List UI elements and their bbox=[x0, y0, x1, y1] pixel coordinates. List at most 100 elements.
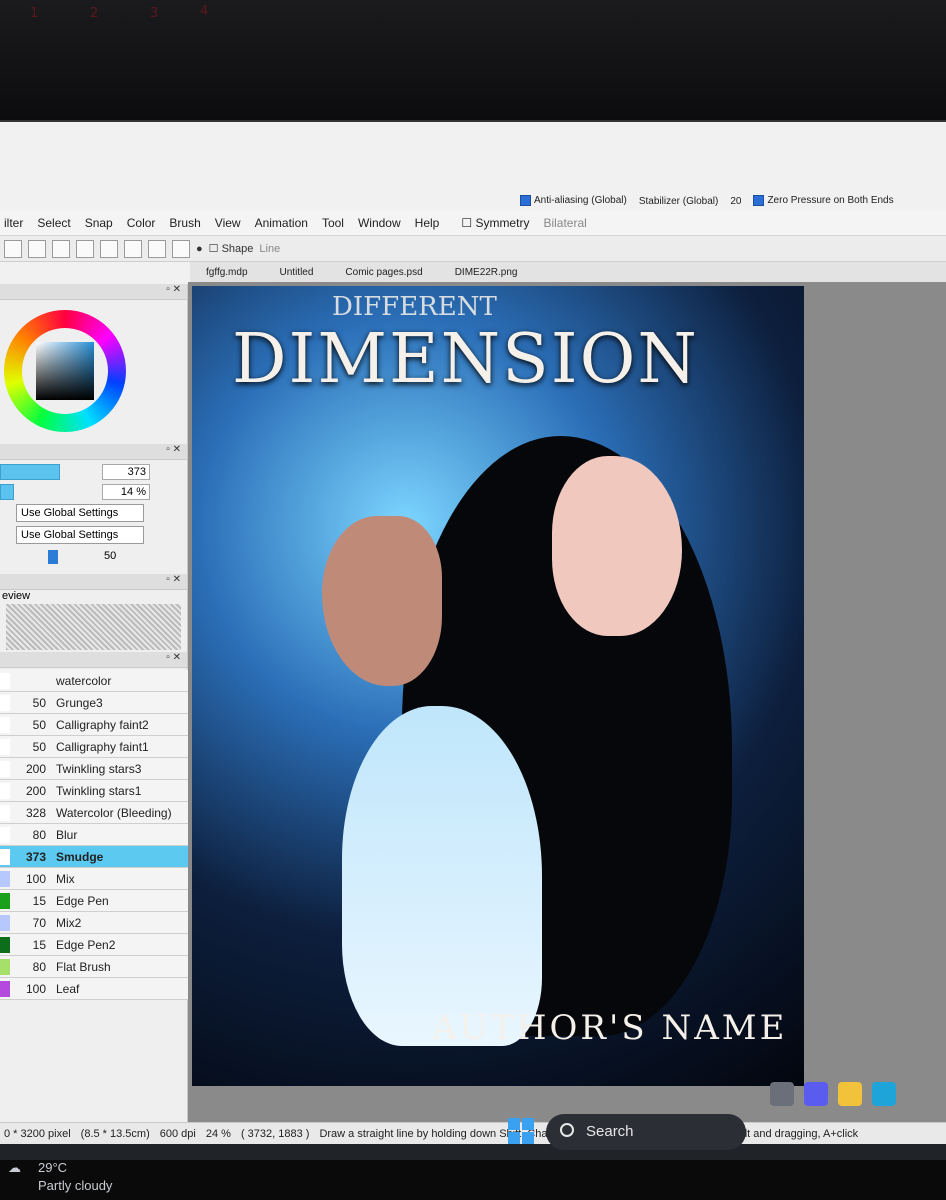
status-pixel: 0 * 3200 pixel bbox=[4, 1127, 71, 1140]
preview-header: ▫ ✕ bbox=[0, 574, 187, 590]
edge-icon[interactable] bbox=[872, 1082, 896, 1106]
app-icon-1[interactable] bbox=[770, 1082, 794, 1106]
slider-thumb[interactable] bbox=[48, 550, 58, 564]
brush-color-swatch bbox=[0, 694, 10, 711]
canvas-area[interactable]: DIFFERENT DIMENSION AUTHOR'S NAME bbox=[188, 282, 946, 1122]
brush-row[interactable]: 80 Flat Brush bbox=[0, 956, 188, 978]
menu-tool[interactable]: Tool bbox=[322, 216, 344, 230]
brush-row[interactable]: 50 Calligraphy faint1 bbox=[0, 736, 188, 758]
symmetry-mode[interactable]: Bilateral bbox=[543, 216, 586, 230]
tool-icon-5[interactable] bbox=[100, 239, 118, 258]
brush-name: Twinkling stars1 bbox=[56, 783, 142, 798]
tool-icon-1[interactable] bbox=[4, 239, 22, 258]
face-right bbox=[552, 456, 682, 636]
menu-window[interactable]: Window bbox=[358, 216, 401, 230]
brush-row[interactable]: 50 Calligraphy faint2 bbox=[0, 714, 188, 736]
brush-size: 70 bbox=[32, 915, 46, 930]
brush-list: watercolor 50 Grunge3 50 Calligraphy faint2 5… bbox=[0, 670, 188, 1000]
global-settings-select-2[interactable]: Use Global Settings bbox=[16, 526, 144, 544]
texture-preview bbox=[6, 604, 181, 650]
menu-help[interactable]: Help bbox=[415, 216, 440, 230]
stabilizer-value[interactable]: 20 bbox=[730, 196, 741, 207]
slider-value: 50 bbox=[104, 550, 117, 562]
document-tabs: fgffg.mdp Untitled Comic pages.psd DIME2… bbox=[190, 262, 946, 282]
face-left bbox=[322, 516, 442, 686]
tool-icon-4[interactable] bbox=[76, 239, 94, 258]
brush-color-swatch bbox=[0, 848, 10, 865]
antialias-checkbox[interactable]: Anti-aliasing (Global) bbox=[520, 195, 627, 207]
brush-name: Blur bbox=[56, 827, 78, 842]
brush-color-swatch bbox=[0, 914, 10, 931]
status-bar: 0 * 3200 pixel (8.5 * 13.5cm) 600 dpi 24… bbox=[0, 1122, 946, 1144]
tab-dime22r[interactable]: DIME22R.png bbox=[439, 267, 534, 278]
brush-color-swatch bbox=[0, 936, 10, 953]
slider-row: 50 bbox=[0, 548, 187, 566]
tool-icon-7[interactable] bbox=[148, 239, 166, 258]
color-wheel[interactable] bbox=[4, 310, 126, 432]
menu-animation[interactable]: Animation bbox=[255, 216, 308, 230]
menu-color[interactable]: Color bbox=[127, 216, 156, 230]
weather-icon: ☁ bbox=[8, 1160, 21, 1175]
menu-brush[interactable]: Brush bbox=[169, 216, 200, 230]
shape-mode[interactable]: Line bbox=[259, 243, 280, 255]
tab-comic-pages[interactable]: Comic pages.psd bbox=[329, 267, 438, 278]
size-value[interactable]: 373 bbox=[102, 464, 150, 480]
brush-color-swatch bbox=[0, 672, 10, 689]
brush-row[interactable]: 50 Grunge3 bbox=[0, 692, 188, 714]
brush-row[interactable]: 200 Twinkling stars1 bbox=[0, 780, 188, 802]
brush-row[interactable]: 100 Leaf bbox=[0, 978, 188, 1000]
global-settings-select-1[interactable]: Use Global Settings bbox=[16, 504, 144, 522]
book-cover-canvas[interactable]: DIFFERENT DIMENSION AUTHOR'S NAME bbox=[192, 286, 804, 1086]
brush-color-swatch bbox=[0, 870, 10, 887]
brush-name: Leaf bbox=[56, 981, 80, 996]
brush-name: watercolor bbox=[56, 673, 112, 688]
status-coords: ( 3732, 1883 ) bbox=[240, 1127, 310, 1140]
tool-icon-6[interactable] bbox=[124, 239, 142, 258]
brush-row[interactable]: 373 Smudge bbox=[0, 846, 188, 868]
windows-start-icon[interactable] bbox=[508, 1118, 534, 1144]
tool-icon-2[interactable] bbox=[28, 239, 46, 258]
brush-name: Edge Pen2 bbox=[56, 937, 116, 952]
tool-icon-3[interactable] bbox=[52, 239, 70, 258]
taskbar-search[interactable]: Search bbox=[546, 1114, 746, 1150]
taskbar bbox=[0, 1144, 946, 1160]
tab-untitled[interactable]: Untitled bbox=[264, 267, 330, 278]
brush-size: 50 bbox=[32, 717, 46, 732]
brush-size: 373 bbox=[25, 849, 46, 864]
menu-view[interactable]: View bbox=[215, 216, 241, 230]
brush-color-swatch bbox=[0, 738, 10, 755]
cover-pre-title: DIFFERENT bbox=[332, 292, 497, 322]
brush-name: Edge Pen bbox=[56, 893, 109, 908]
brush-row[interactable]: 15 Edge Pen bbox=[0, 890, 188, 912]
brush-color-swatch bbox=[0, 826, 10, 843]
menu-snap[interactable]: Snap bbox=[85, 216, 113, 230]
status-zoom: 24 % bbox=[205, 1127, 231, 1140]
video-app-icon[interactable] bbox=[804, 1082, 828, 1106]
color-square[interactable] bbox=[36, 342, 94, 400]
menu-select[interactable]: Select bbox=[37, 216, 70, 230]
brush-color-swatch bbox=[0, 804, 10, 821]
tab-fgffg[interactable]: fgffg.mdp bbox=[190, 267, 264, 278]
density-bar[interactable]: 14 % bbox=[0, 484, 187, 500]
brush-row[interactable]: 100 Mix bbox=[0, 868, 188, 890]
menu-filter[interactable]: ilter bbox=[4, 216, 23, 230]
tool-icon-8[interactable] bbox=[172, 239, 190, 258]
color-panel-header: ▫ ✕ bbox=[0, 284, 187, 300]
brush-row[interactable]: 80 Blur bbox=[0, 824, 188, 846]
brush-size: 80 bbox=[32, 827, 46, 842]
status-dpi: 600 dpi bbox=[159, 1127, 196, 1140]
top-options: Anti-aliasing (Global) Stabilizer (Globa… bbox=[520, 192, 894, 210]
zero-pressure-checkbox[interactable]: Zero Pressure on Both Ends bbox=[753, 195, 894, 207]
folder-icon[interactable] bbox=[838, 1082, 862, 1106]
density-value[interactable]: 14 % bbox=[102, 484, 150, 500]
brush-row[interactable]: watercolor bbox=[0, 670, 188, 692]
brush-row[interactable]: 15 Edge Pen2 bbox=[0, 934, 188, 956]
brush-row[interactable]: 200 Twinkling stars3 bbox=[0, 758, 188, 780]
size-bar[interactable]: 373 bbox=[0, 464, 187, 480]
brush-color-swatch bbox=[0, 760, 10, 777]
brush-name: Calligraphy faint1 bbox=[56, 739, 149, 754]
symmetry-checkbox[interactable]: ☐ Symmetry bbox=[461, 216, 529, 230]
brush-row[interactable]: 70 Mix2 bbox=[0, 912, 188, 934]
brush-row[interactable]: 328 Watercolor (Bleeding) bbox=[0, 802, 188, 824]
shape-checkbox[interactable]: ☐ Shape bbox=[209, 242, 254, 255]
